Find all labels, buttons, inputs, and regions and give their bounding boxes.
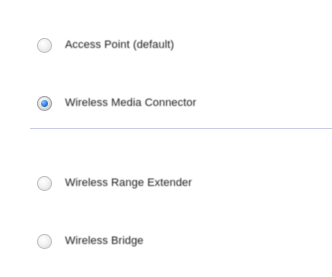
mode-option-label: Wireless Bridge bbox=[65, 235, 144, 247]
mode-option-wireless-media-connector[interactable]: Wireless Media Connector bbox=[37, 90, 327, 116]
radio-button-unselected[interactable] bbox=[37, 175, 52, 191]
radio-button-selected[interactable] bbox=[37, 95, 52, 111]
mode-option-label: Access Point (default) bbox=[65, 39, 175, 51]
mode-option-access-point[interactable]: Access Point (default) bbox=[37, 32, 327, 58]
radio-button-unselected[interactable] bbox=[37, 37, 52, 53]
mode-option-label: Wireless Range Extender bbox=[65, 177, 193, 189]
mode-option-label: Wireless Media Connector bbox=[65, 97, 197, 109]
section-divider bbox=[30, 128, 332, 129]
mode-option-wireless-range-extender[interactable]: Wireless Range Extender bbox=[37, 170, 327, 196]
operation-mode-list: Access Point (default) Wireless Media Co… bbox=[0, 0, 332, 277]
mode-option-wireless-bridge[interactable]: Wireless Bridge bbox=[37, 228, 327, 254]
radio-button-unselected[interactable] bbox=[37, 233, 52, 249]
radio-dot-icon bbox=[41, 99, 48, 107]
